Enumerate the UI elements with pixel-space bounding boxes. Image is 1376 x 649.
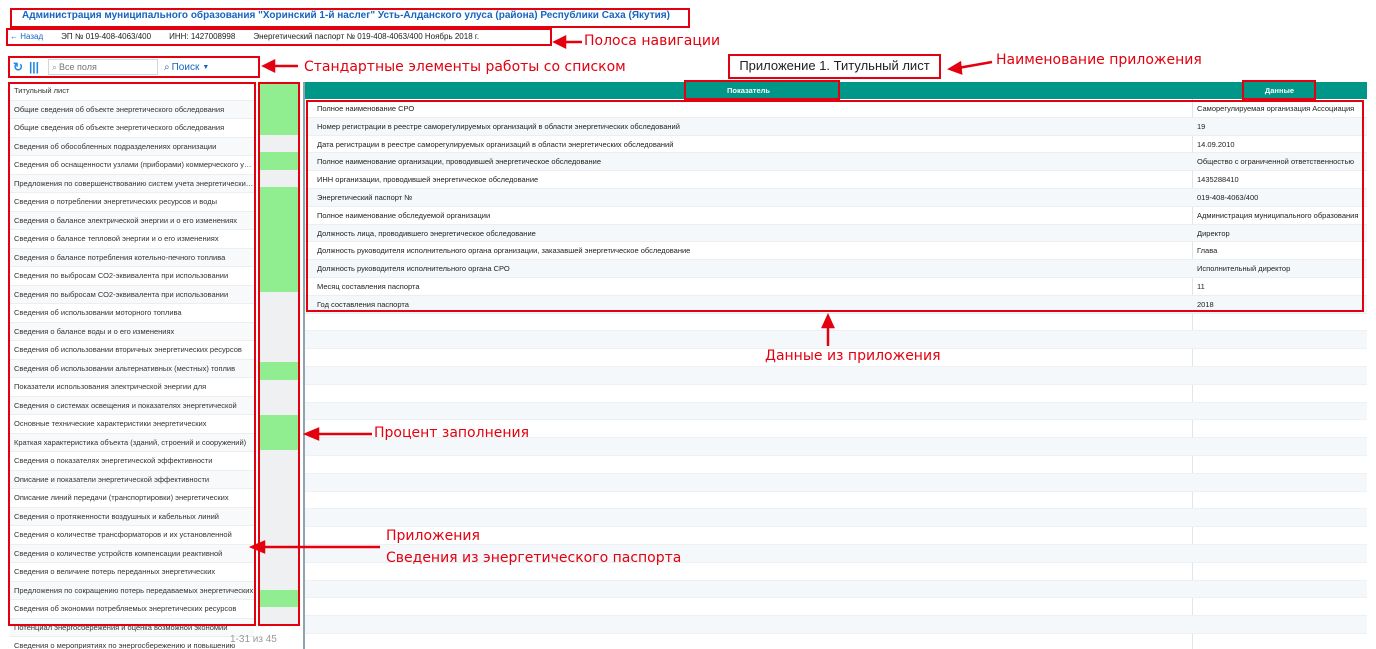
annot-app-data: Данные из приложения [765,348,941,364]
annotation-arrows [248,34,993,554]
annot-fill-pct: Процент заполнения [374,425,530,441]
annot-apps-line2: Сведения из энергетического паспорта [386,550,682,566]
annot-apps-line1: Приложения [386,528,480,544]
